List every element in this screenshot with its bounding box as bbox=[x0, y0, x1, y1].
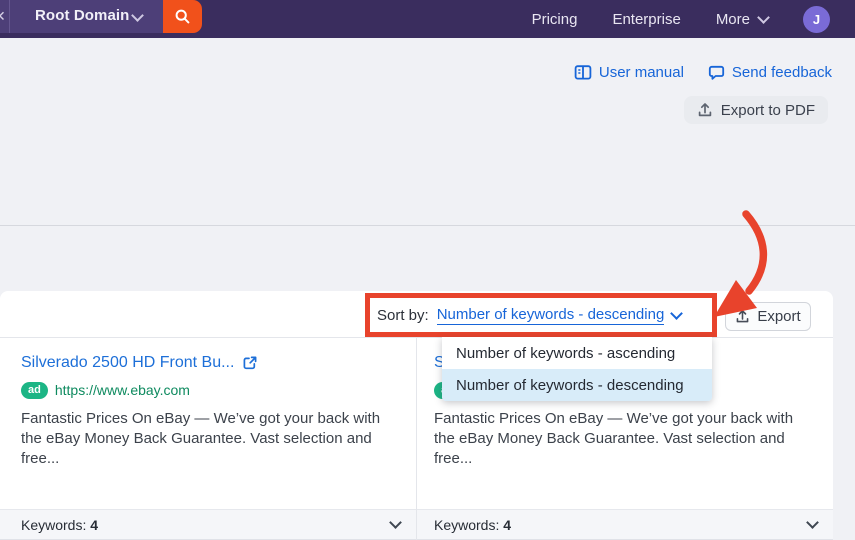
chevron-down-icon[interactable] bbox=[806, 516, 819, 529]
ad-card-left: Silverado 2500 HD Front Bu... ad https:/… bbox=[0, 338, 417, 540]
export-button[interactable]: Export bbox=[725, 302, 811, 331]
export-label: Export bbox=[757, 308, 800, 325]
ad-badge: ad bbox=[21, 382, 48, 399]
keywords-value: 4 bbox=[503, 517, 511, 533]
chevron-down-icon[interactable] bbox=[389, 516, 402, 529]
upload-icon bbox=[697, 102, 713, 118]
keywords-label: Keywords: bbox=[21, 517, 86, 533]
chevron-down-icon bbox=[131, 9, 144, 22]
root-domain-dropdown[interactable]: Root Domain bbox=[35, 7, 129, 24]
ad-card-body: Silverado 2500 HD Front Bu... ad https:/… bbox=[0, 338, 416, 469]
speech-bubble-icon bbox=[708, 64, 725, 81]
keywords-value: 4 bbox=[90, 517, 98, 533]
top-navbar: ✕ Root Domain Pricing Enterprise More J bbox=[0, 0, 855, 38]
help-links: User manual Send feedback bbox=[574, 64, 832, 81]
keywords-count: Keywords: 4 bbox=[434, 517, 511, 533]
chevron-down-icon[interactable] bbox=[670, 307, 683, 320]
keywords-footer[interactable]: Keywords: 4 bbox=[0, 509, 416, 540]
clear-search-icon[interactable]: ✕ bbox=[0, 7, 6, 25]
keywords-label: Keywords: bbox=[434, 517, 499, 533]
upload-icon bbox=[735, 309, 750, 324]
ad-description-line: free... bbox=[21, 449, 400, 469]
keywords-count: Keywords: 4 bbox=[21, 517, 98, 533]
ad-display-url: https://www.ebay.com bbox=[55, 382, 190, 398]
ad-description-line: Fantastic Prices On eBay — We’ve got you… bbox=[434, 409, 817, 429]
search-icon bbox=[174, 8, 191, 25]
sort-option-ascending[interactable]: Number of keywords - ascending bbox=[442, 337, 712, 369]
ad-description: Fantastic Prices On eBay — We’ve got you… bbox=[21, 409, 400, 469]
keywords-footer[interactable]: Keywords: 4 bbox=[417, 509, 833, 540]
user-avatar[interactable]: J bbox=[803, 6, 830, 33]
export-to-pdf-label: Export to PDF bbox=[721, 102, 815, 119]
external-link-icon[interactable] bbox=[242, 355, 258, 371]
nav-more-label: More bbox=[716, 11, 750, 28]
user-manual-link[interactable]: User manual bbox=[574, 64, 684, 81]
ad-description-line: Fantastic Prices On eBay — We’ve got you… bbox=[21, 409, 400, 429]
segment-divider bbox=[9, 0, 10, 33]
ad-description-line: free... bbox=[434, 449, 817, 469]
nav-item-more[interactable]: More bbox=[716, 11, 768, 28]
navbar-right-links: Pricing Enterprise More J bbox=[532, 0, 830, 38]
user-manual-label: User manual bbox=[599, 64, 684, 81]
results-panel: Sort by: Number of keywords - descending… bbox=[0, 291, 833, 540]
search-type-segment[interactable]: ✕ Root Domain bbox=[0, 0, 163, 33]
ad-description-line: the eBay Money Back Guarantee. Vast sele… bbox=[21, 429, 400, 449]
book-icon bbox=[574, 64, 592, 81]
ad-description-line: the eBay Money Back Guarantee. Vast sele… bbox=[434, 429, 817, 449]
send-feedback-link[interactable]: Send feedback bbox=[708, 64, 832, 81]
ad-description: Fantastic Prices On eBay — We’ve got you… bbox=[434, 409, 817, 469]
search-button[interactable] bbox=[163, 0, 202, 33]
sort-by-label: Sort by: bbox=[377, 307, 429, 324]
chevron-down-icon bbox=[757, 11, 770, 24]
sort-options-menu: Number of keywords - ascending Number of… bbox=[442, 337, 712, 401]
send-feedback-label: Send feedback bbox=[732, 64, 832, 81]
screenshot-stage: ✕ Root Domain Pricing Enterprise More J bbox=[0, 0, 855, 540]
ad-title-link[interactable]: Silverado 2500 HD Front Bu... bbox=[21, 354, 234, 372]
sort-option-descending[interactable]: Number of keywords - descending bbox=[442, 369, 712, 401]
sort-control: Sort by: Number of keywords - descending bbox=[377, 302, 681, 328]
section-divider bbox=[0, 225, 855, 226]
export-to-pdf-button[interactable]: Export to PDF bbox=[684, 96, 828, 124]
nav-item-pricing[interactable]: Pricing bbox=[532, 11, 578, 28]
nav-item-enterprise[interactable]: Enterprise bbox=[612, 11, 680, 28]
sort-select[interactable]: Number of keywords - descending bbox=[437, 306, 665, 325]
